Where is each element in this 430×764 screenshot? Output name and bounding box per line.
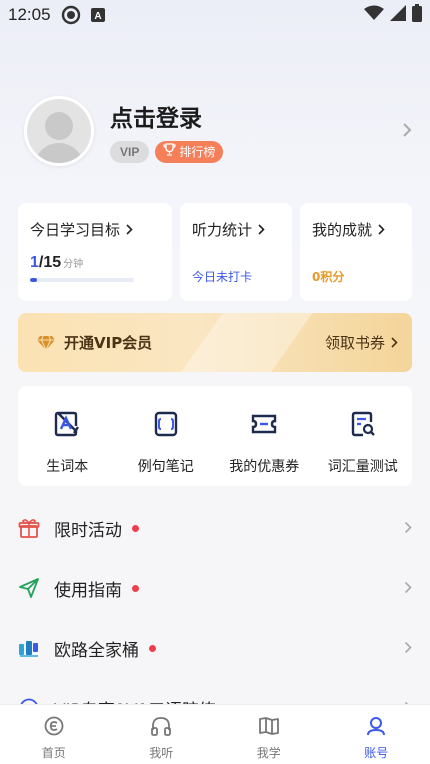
vocab-test-icon bbox=[349, 410, 377, 442]
svg-text:A: A bbox=[94, 11, 101, 22]
tab-label: 我听 bbox=[149, 746, 174, 760]
tab-label: 我学 bbox=[256, 746, 281, 760]
goal-progress-bar bbox=[30, 278, 134, 282]
vocabulary-book-icon bbox=[53, 410, 81, 442]
tool-label: 我的优惠券 bbox=[229, 459, 300, 475]
headphones-icon bbox=[150, 715, 172, 741]
vip-banner-label: 开通VIP会员 bbox=[64, 334, 153, 352]
goal-unit: 分钟 bbox=[63, 259, 84, 270]
account-icon bbox=[365, 715, 387, 741]
profile-badges: VIP 排行榜 bbox=[110, 141, 224, 163]
tools-grid: 生词本 例句笔记 我的优惠券 词汇量测试 bbox=[18, 386, 412, 486]
daily-goal-value: 1/15 分钟 bbox=[30, 254, 162, 272]
goal-total: /15 bbox=[38, 254, 62, 271]
menu-list: 限时活动 使用指南 欧路全家桶 VIP专享1V1口语陪练 bbox=[0, 498, 430, 738]
avatar[interactable] bbox=[24, 96, 94, 166]
daily-goal-title: 今日学习目标 bbox=[30, 219, 162, 240]
goal-current: 1 bbox=[30, 254, 39, 271]
vocab-test-button[interactable]: 词汇量测试 bbox=[314, 386, 413, 486]
signal-icon bbox=[390, 5, 406, 25]
trophy-icon bbox=[163, 141, 176, 163]
notification-dot bbox=[132, 524, 139, 532]
coupon-icon bbox=[250, 410, 278, 442]
achievements-label: 我的成就 bbox=[312, 221, 373, 239]
achievements-card[interactable]: 我的成就 0积分 bbox=[300, 203, 412, 301]
sync-icon bbox=[61, 5, 81, 25]
daily-goal-card[interactable]: 今日学习目标 1/15 分钟 bbox=[18, 203, 172, 301]
notification-dot bbox=[149, 644, 156, 652]
tab-label: 首页 bbox=[41, 746, 66, 760]
chevron-right-icon bbox=[404, 519, 412, 538]
claim-vouchers-button[interactable]: 领取书券 bbox=[325, 332, 398, 353]
chevron-right-icon bbox=[378, 224, 385, 235]
profile-login-row[interactable]: 点击登录 VIP 排行榜 bbox=[24, 96, 414, 166]
stats-cards: 今日学习目标 1/15 分钟 听力统计 今日未打卡 我的成就 0积分 bbox=[18, 203, 412, 301]
chevron-right-icon bbox=[258, 224, 265, 235]
leaderboard-label: 排行榜 bbox=[179, 145, 216, 159]
tool-label: 例句笔记 bbox=[137, 459, 194, 475]
app-family-icon bbox=[18, 637, 40, 659]
battery-icon bbox=[412, 4, 422, 26]
daily-goal-label: 今日学习目标 bbox=[30, 221, 121, 239]
vip-badge[interactable]: VIP bbox=[110, 141, 150, 163]
menu-item-app-family[interactable]: 欧路全家桶 bbox=[0, 618, 430, 678]
chevron-right-icon bbox=[391, 337, 398, 348]
bottom-tab-bar: 首页 我听 我学 账号 bbox=[0, 704, 430, 764]
listening-checkin-status: 今日未打卡 bbox=[192, 270, 253, 284]
chevron-right-icon bbox=[404, 579, 412, 598]
sentence-notes-button[interactable]: 例句笔记 bbox=[117, 386, 216, 486]
home-icon bbox=[43, 715, 65, 741]
tab-label: 账号 bbox=[364, 746, 389, 760]
chevron-right-icon bbox=[402, 122, 412, 142]
diamond-icon bbox=[36, 335, 56, 351]
tab-home[interactable]: 首页 bbox=[0, 705, 108, 764]
tab-listen[interactable]: 我听 bbox=[108, 705, 216, 764]
tab-account[interactable]: 账号 bbox=[323, 705, 430, 764]
status-time: 12:05 bbox=[8, 5, 51, 24]
menu-item-label: 限时活动 bbox=[54, 520, 122, 541]
notification-dot bbox=[132, 584, 139, 592]
status-bar: 12:05 A bbox=[0, 0, 430, 30]
keyboard-a-icon: A bbox=[90, 8, 105, 22]
login-prompt[interactable]: 点击登录 bbox=[110, 99, 223, 133]
profile-info: 点击登录 VIP 排行榜 bbox=[110, 99, 224, 163]
tool-label: 生词本 bbox=[46, 459, 89, 475]
paper-plane-icon bbox=[18, 577, 40, 599]
menu-item-label: 欧路全家桶 bbox=[54, 640, 139, 661]
wifi-icon bbox=[364, 5, 384, 25]
listening-stats-title: 听力统计 bbox=[192, 219, 282, 240]
gift-icon bbox=[18, 517, 40, 539]
menu-item-user-guide[interactable]: 使用指南 bbox=[0, 558, 430, 618]
leaderboard-badge[interactable]: 排行榜 bbox=[155, 141, 224, 163]
listening-stats-label: 听力统计 bbox=[192, 221, 253, 239]
goal-progress-fill bbox=[30, 278, 38, 282]
book-icon bbox=[258, 715, 280, 741]
claim-vouchers-label: 领取书券 bbox=[324, 334, 385, 352]
notes-icon bbox=[152, 410, 180, 442]
menu-item-limited-events[interactable]: 限时活动 bbox=[0, 498, 430, 558]
vocabulary-book-button[interactable]: 生词本 bbox=[18, 386, 117, 486]
tool-label: 词汇量测试 bbox=[327, 459, 398, 475]
chevron-right-icon bbox=[404, 639, 412, 658]
chevron-right-icon bbox=[126, 224, 133, 235]
my-coupons-button[interactable]: 我的优惠券 bbox=[215, 386, 314, 486]
achievements-title: 我的成就 bbox=[312, 219, 402, 240]
menu-item-label: 使用指南 bbox=[54, 580, 122, 601]
tab-learn[interactable]: 我学 bbox=[215, 705, 323, 764]
vip-membership-banner[interactable]: 开通VIP会员 领取书券 bbox=[18, 313, 412, 372]
listening-stats-card[interactable]: 听力统计 今日未打卡 bbox=[180, 203, 292, 301]
achievement-points: 0积分 bbox=[312, 270, 345, 284]
